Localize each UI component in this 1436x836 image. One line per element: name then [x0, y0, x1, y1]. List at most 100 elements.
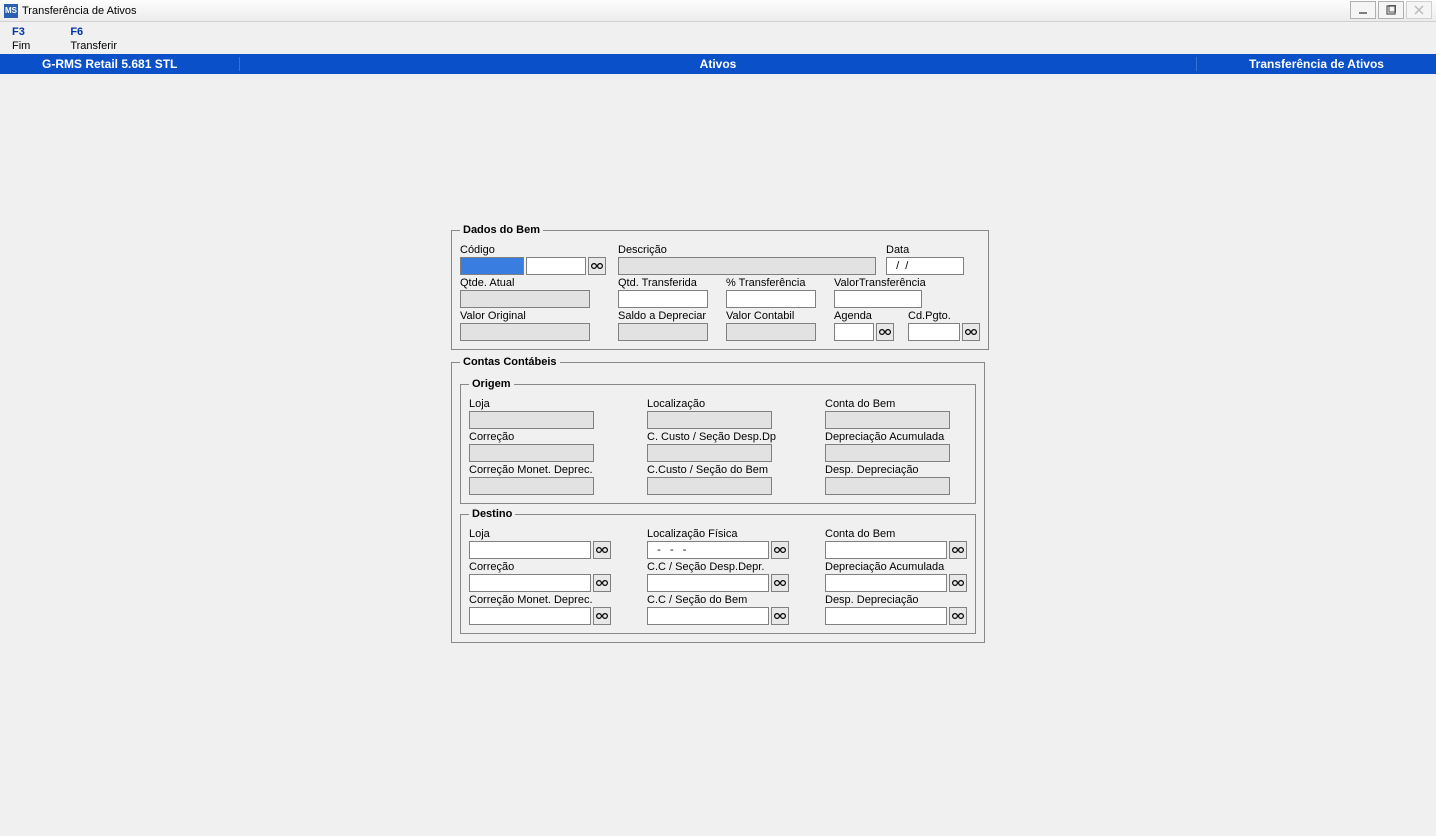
dest-ccusto-desp-label: C.C / Seção Desp.Depr. — [647, 561, 817, 573]
orig-conta-bem-field — [825, 411, 950, 429]
descricao-field — [618, 257, 876, 275]
valor-transferencia-label: ValorTransferência — [834, 277, 980, 289]
qtd-transferida-input[interactable] — [618, 290, 708, 308]
cdpgto-input[interactable] — [908, 323, 960, 341]
codigo-input[interactable] — [460, 257, 524, 275]
valor-original-field — [460, 323, 590, 341]
maximize-button[interactable] — [1378, 1, 1404, 19]
menu-transferir[interactable]: F6 Transferir — [70, 26, 117, 52]
window-controls — [1350, 1, 1432, 19]
group-dados-bem: Dados do Bem Código Descrição Data — [451, 224, 989, 350]
dest-conta-bem-lookup-button[interactable] — [949, 541, 967, 559]
form-container: Dados do Bem Código Descrição Data — [451, 224, 983, 649]
legend-contas-contabeis: Contas Contábeis — [460, 356, 560, 368]
orig-corr-monet-label: Correção Monet. Deprec. — [469, 464, 639, 476]
dest-ccusto-bem-lookup-button[interactable] — [771, 607, 789, 625]
menu-fim-key: F3 — [12, 26, 30, 38]
orig-desp-deprec-field — [825, 477, 950, 495]
group-origem: Origem Loja Localização Conta do Bem — [460, 378, 976, 504]
orig-deprec-acum-field — [825, 444, 950, 462]
orig-corr-monet-field — [469, 477, 594, 495]
qtde-atual-field — [460, 290, 590, 308]
menu-fim[interactable]: F3 Fim — [12, 26, 30, 52]
dest-loja-lookup-button[interactable] — [593, 541, 611, 559]
data-label: Data — [886, 244, 966, 256]
codigo-label: Código — [460, 244, 610, 256]
dest-localizacao-label: Localização Física — [647, 528, 817, 540]
dest-ccusto-desp-lookup-button[interactable] — [771, 574, 789, 592]
agenda-lookup-button[interactable] — [876, 323, 894, 341]
saldo-depreciar-label: Saldo a Depreciar — [618, 310, 718, 322]
orig-correcao-field — [469, 444, 594, 462]
dest-desp-deprec-label: Desp. Depreciação — [825, 594, 967, 606]
orig-deprec-acum-label: Depreciação Acumulada — [825, 431, 967, 443]
dest-localizacao-input[interactable] — [647, 541, 769, 559]
app-icon: MS — [4, 4, 18, 18]
valor-original-label: Valor Original — [460, 310, 610, 322]
dest-conta-bem-label: Conta do Bem — [825, 528, 967, 540]
work-area: Dados do Bem Código Descrição Data — [0, 74, 1436, 828]
cdpgto-label: Cd.Pgto. — [908, 310, 980, 322]
dest-loja-label: Loja — [469, 528, 639, 540]
menu-transferir-label: Transferir — [70, 40, 117, 52]
header-screen: Transferência de Ativos — [1196, 57, 1436, 71]
orig-desp-deprec-label: Desp. Depreciação — [825, 464, 967, 476]
dest-localizacao-lookup-button[interactable] — [771, 541, 789, 559]
orig-ccusto-desp-field — [647, 444, 772, 462]
header-module: Ativos — [240, 57, 1196, 71]
orig-localizacao-field — [647, 411, 772, 429]
pct-transferencia-input[interactable] — [726, 290, 816, 308]
orig-correcao-label: Correção — [469, 431, 639, 443]
legend-origem: Origem — [469, 378, 514, 390]
dest-deprec-acum-lookup-button[interactable] — [949, 574, 967, 592]
orig-loja-label: Loja — [469, 398, 639, 410]
menubar: F3 Fim F6 Transferir — [0, 22, 1436, 54]
dest-correcao-label: Correção — [469, 561, 639, 573]
valor-contabil-field — [726, 323, 816, 341]
close-button[interactable] — [1406, 1, 1432, 19]
descricao-label: Descrição — [618, 244, 878, 256]
window-title: Transferência de Ativos — [22, 5, 137, 17]
header-bar: G-RMS Retail 5.681 STL Ativos Transferên… — [0, 54, 1436, 74]
dest-ccusto-bem-input[interactable] — [647, 607, 769, 625]
codigo-lookup-button[interactable] — [588, 257, 606, 275]
titlebar: MS Transferência de Ativos — [0, 0, 1436, 22]
dest-loja-input[interactable] — [469, 541, 591, 559]
legend-dados-bem: Dados do Bem — [460, 224, 543, 236]
menu-fim-label: Fim — [12, 40, 30, 52]
dest-ccusto-bem-label: C.C / Seção do Bem — [647, 594, 817, 606]
orig-ccusto-bem-field — [647, 477, 772, 495]
dest-ccusto-desp-input[interactable] — [647, 574, 769, 592]
qtde-atual-label: Qtde. Atual — [460, 277, 610, 289]
valor-transferencia-input[interactable] — [834, 290, 922, 308]
dest-corr-monet-lookup-button[interactable] — [593, 607, 611, 625]
agenda-input[interactable] — [834, 323, 874, 341]
dest-corr-monet-input[interactable] — [469, 607, 591, 625]
qtd-transferida-label: Qtd. Transferida — [618, 277, 718, 289]
orig-ccusto-desp-label: C. Custo / Seção Desp.Dp — [647, 431, 817, 443]
data-input[interactable] — [886, 257, 964, 275]
pct-transferencia-label: % Transferência — [726, 277, 826, 289]
orig-ccusto-bem-label: C.Custo / Seção do Bem — [647, 464, 817, 476]
agenda-label: Agenda — [834, 310, 900, 322]
dest-desp-deprec-input[interactable] — [825, 607, 947, 625]
legend-destino: Destino — [469, 508, 515, 520]
header-product: G-RMS Retail 5.681 STL — [0, 57, 240, 71]
saldo-depreciar-field — [618, 323, 708, 341]
cdpgto-lookup-button[interactable] — [962, 323, 980, 341]
minimize-button[interactable] — [1350, 1, 1376, 19]
dest-conta-bem-input[interactable] — [825, 541, 947, 559]
valor-contabil-label: Valor Contabil — [726, 310, 826, 322]
orig-loja-field — [469, 411, 594, 429]
orig-conta-bem-label: Conta do Bem — [825, 398, 967, 410]
orig-localizacao-label: Localização — [647, 398, 817, 410]
dest-correcao-lookup-button[interactable] — [593, 574, 611, 592]
codigo-input-2[interactable] — [526, 257, 586, 275]
dest-desp-deprec-lookup-button[interactable] — [949, 607, 967, 625]
dest-correcao-input[interactable] — [469, 574, 591, 592]
dest-corr-monet-label: Correção Monet. Deprec. — [469, 594, 639, 606]
menu-transferir-key: F6 — [70, 26, 117, 38]
dest-deprec-acum-input[interactable] — [825, 574, 947, 592]
group-destino: Destino Loja Localização Física — [460, 508, 976, 634]
dest-deprec-acum-label: Depreciação Acumulada — [825, 561, 967, 573]
